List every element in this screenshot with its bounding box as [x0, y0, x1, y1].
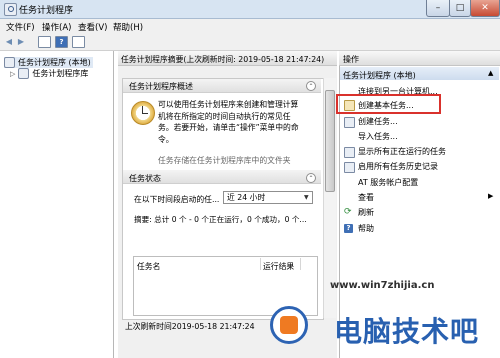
- menu-view[interactable]: 查看(V): [78, 21, 107, 33]
- task-scheduler-icon: [4, 57, 15, 68]
- forward-arrow-icon[interactable]: ▶: [15, 36, 27, 47]
- menu-action[interactable]: 操作(A): [42, 21, 71, 33]
- console-tree-toggle-icon[interactable]: [38, 36, 51, 48]
- window-title: 任务计划程序: [19, 6, 74, 16]
- menu-bar: [0, 19, 500, 33]
- highlight-box: [336, 94, 441, 114]
- task-scheduler-app-icon: [4, 3, 17, 16]
- expand-arrow-icon[interactable]: ▷: [10, 70, 15, 78]
- overview-description-more: 任务存储在任务计划程序库中的文件夹中。: [158, 156, 291, 164]
- title-bar: [0, 0, 500, 19]
- close-button[interactable]: ✕: [470, 0, 500, 17]
- watermark-logo-mark: [280, 316, 298, 334]
- actions-group-title: 任务计划程序 (本地): [343, 71, 416, 80]
- collapse-chevron-icon[interactable]: ⌃: [306, 173, 316, 183]
- history-icon: [344, 162, 355, 173]
- tree-item-label: 任务计划程序库: [32, 69, 89, 78]
- action-show-running-tasks[interactable]: 显示所有正在运行的任务: [358, 146, 446, 157]
- action-enable-history[interactable]: 启用所有任务历史记录: [358, 161, 438, 172]
- time-filter-dropdown[interactable]: 近 24 小时: [223, 191, 313, 204]
- watermark-brand-text: 电脑技术吧: [334, 315, 480, 348]
- column-divider[interactable]: [300, 258, 301, 270]
- time-filter-label: 在以下时间段启动的任...: [134, 195, 220, 204]
- action-at-service-config[interactable]: AT 服务帐户配置: [358, 177, 418, 188]
- task-summary-text: 摘要: 总计 0 个 - 0 个正在运行，0 个成功，0 个...: [134, 215, 307, 224]
- actions-title: 操作: [343, 55, 359, 64]
- clock-icon: [131, 101, 155, 125]
- overview-section-title: 任务计划程序概述: [129, 82, 193, 91]
- collapse-chevron-icon[interactable]: ⌃: [306, 81, 316, 91]
- action-create-task[interactable]: 创建任务...: [358, 116, 398, 127]
- overview-description: 可以使用任务计划程序来创建和管理计算机将在所指定的时间自动执行的常见任务。若要开…: [158, 100, 299, 144]
- folder-icon: [18, 68, 30, 79]
- help-icon[interactable]: ?: [55, 36, 68, 48]
- task-status-section-title: 任务状态: [129, 174, 161, 183]
- action-help[interactable]: 帮助: [358, 223, 374, 234]
- group-collapse-arrow-icon[interactable]: ▲: [488, 69, 493, 77]
- action-view[interactable]: 查看: [358, 192, 374, 203]
- column-header-run-result[interactable]: 运行结果: [263, 261, 294, 272]
- running-tasks-icon: [344, 147, 355, 158]
- column-header-task-name[interactable]: 任务名: [137, 261, 160, 272]
- tree-item-label: 任务计划程序 (本地): [18, 58, 91, 67]
- action-import-task[interactable]: 导入任务...: [358, 131, 398, 142]
- refresh-icon: ⟳: [344, 207, 352, 217]
- time-filter-value: 近 24 小时: [227, 193, 266, 202]
- create-task-icon: [344, 117, 355, 128]
- dropdown-arrow-icon[interactable]: ▼: [304, 194, 309, 201]
- column-divider[interactable]: [260, 258, 261, 270]
- console-tree: [0, 51, 114, 358]
- menu-file[interactable]: 文件(F): [6, 21, 35, 33]
- summary-header-text: 任务计划程序摘要(上次刷新时间: 2019-05-18 21:47:24): [121, 55, 325, 64]
- actions-pane-header: [339, 51, 500, 66]
- submenu-arrow-icon[interactable]: ▶: [488, 192, 493, 200]
- watermark-url: www.win7zhijia.cn: [330, 280, 435, 291]
- action-pane-toggle-icon[interactable]: [72, 36, 85, 48]
- action-refresh[interactable]: 刷新: [358, 207, 374, 218]
- tree-item-task-library[interactable]: ▷ 任务计划程序库: [10, 68, 88, 79]
- menu-help[interactable]: 帮助(H): [113, 21, 143, 33]
- last-refresh-text: 上次刷新时间2019-05-18 21:47:24: [125, 322, 255, 331]
- help-icon: ?: [344, 224, 353, 233]
- minimize-button[interactable]: –: [426, 0, 450, 17]
- scrollbar-thumb[interactable]: [325, 90, 335, 192]
- maximize-button[interactable]: □: [449, 0, 471, 17]
- back-arrow-icon[interactable]: ◀: [3, 36, 15, 47]
- tree-item-task-scheduler-local[interactable]: 任务计划程序 (本地): [4, 57, 93, 68]
